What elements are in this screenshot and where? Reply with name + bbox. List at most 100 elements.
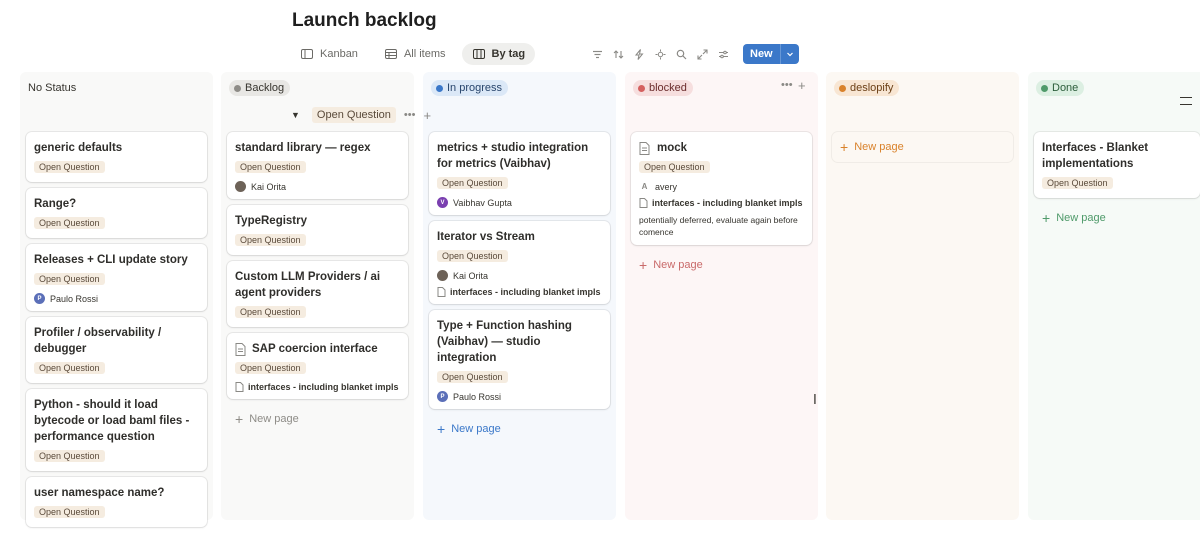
assignee: Kai Orita [437, 270, 602, 281]
card[interactable]: TypeRegistry Open Question [227, 205, 408, 255]
expand-icon[interactable] [693, 45, 712, 64]
status-dot [638, 84, 645, 92]
card-title: metrics + studio integration for metrics… [437, 142, 589, 170]
column-label: In progress [447, 82, 503, 94]
card[interactable]: Range? Open Question [26, 188, 207, 238]
tab-by-tag[interactable]: By tag [461, 43, 536, 65]
more-options-icon[interactable]: ••• [404, 109, 416, 121]
tab-label: Kanban [320, 48, 358, 60]
card[interactable]: Python - should it load bytecode or load… [26, 389, 207, 471]
subgroup-header[interactable]: ▼ Open Question ••• + [291, 107, 431, 123]
column-header: In progress [423, 78, 616, 98]
card[interactable]: Type + Function hashing (Vaibhav) — stud… [429, 310, 610, 409]
settings-sliders-icon[interactable] [714, 45, 733, 64]
column-blocked: blocked ••• + mock Open Question Aavery … [625, 72, 818, 520]
search-icon[interactable] [672, 45, 691, 64]
column-header: blocked ••• + [625, 78, 818, 98]
new-page-button[interactable]: + New page [429, 415, 610, 443]
tag-badge: Open Question [437, 371, 508, 383]
new-page-button[interactable]: + New page [631, 251, 812, 279]
column-in-progress: In progress metrics + studio integration… [423, 72, 616, 520]
tag-badge: Open Question [235, 161, 306, 173]
avatar [235, 181, 246, 192]
tab-all-items[interactable]: All items [374, 43, 456, 65]
tag-badge: Open Question [235, 362, 306, 374]
assignee: Aavery [639, 181, 804, 192]
avatar: P [34, 293, 45, 304]
assignee-name: Paulo Rossi [453, 391, 502, 402]
card-title: standard library — regex [235, 142, 371, 154]
card[interactable]: Profiler / observability / debugger Open … [26, 317, 207, 383]
status-tag: deslopify [834, 80, 900, 96]
plus-icon: + [840, 139, 849, 155]
card[interactable]: SAP coercion interface Open Question int… [227, 333, 408, 399]
new-page-button[interactable]: + New page [227, 405, 408, 433]
card-title: Range? [34, 198, 77, 210]
card-list: Interfaces - Blanket implementations Open… [1034, 132, 1200, 232]
column-header: No Status [20, 78, 213, 98]
status-tag: Backlog [229, 80, 291, 96]
avatar [437, 270, 448, 281]
card[interactable]: metrics + studio integration for metrics… [429, 132, 610, 215]
view-tabs: Kanban All items By tag [290, 43, 536, 65]
column-label: blocked [649, 82, 687, 94]
new-page-label: New page [249, 413, 299, 425]
toolbar: New [588, 44, 799, 64]
card[interactable]: Custom LLM Providers / ai agent provider… [227, 261, 408, 327]
avatar: V [437, 197, 448, 208]
card[interactable]: standard library — regex Open Question Ka… [227, 132, 408, 199]
filter-icon[interactable] [588, 45, 607, 64]
assignee: Kai Orita [235, 181, 400, 192]
plus-icon[interactable]: + [423, 108, 431, 123]
new-page-button[interactable]: + New page [1034, 204, 1200, 232]
column-header: Backlog [221, 78, 414, 98]
columns-icon [472, 49, 485, 59]
assignee-name: Kai Orita [251, 181, 287, 192]
card-list: generic defaults Open Question Range? Open… [26, 132, 207, 533]
page-icon [235, 342, 246, 356]
more-options-icon[interactable]: ••• [781, 79, 793, 91]
board-icon [301, 49, 313, 59]
assignee-name: Kai Orita [453, 270, 489, 281]
sort-icon[interactable] [609, 45, 628, 64]
new-page-label: New page [854, 141, 904, 153]
plus-icon[interactable]: + [798, 78, 806, 93]
new-button[interactable]: New [743, 44, 799, 64]
tag-badge: Open Question [34, 273, 105, 285]
assignee: P Paulo Rossi [34, 293, 199, 304]
chevron-down-icon[interactable] [779, 44, 799, 64]
new-page-button[interactable]: + New page [832, 132, 1013, 162]
new-page-label: New page [451, 423, 501, 435]
relation: interfaces - including blanket impls [235, 382, 400, 392]
status-tag: In progress [431, 80, 509, 96]
menu-icon[interactable] [1180, 97, 1192, 105]
card-title: Type + Function hashing (Vaibhav) — stud… [437, 320, 572, 364]
card-title: TypeRegistry [235, 215, 308, 227]
page-icon [235, 382, 244, 392]
card[interactable]: Releases + CLI update story Open Question… [26, 244, 207, 311]
card[interactable]: Interfaces - Blanket implementations Open… [1034, 132, 1200, 198]
status-dot [1041, 84, 1048, 92]
column-label: Backlog [245, 82, 285, 94]
lightning-icon[interactable] [630, 45, 649, 64]
tab-kanban[interactable]: Kanban [290, 43, 368, 65]
caret-down-icon[interactable]: ▼ [291, 110, 300, 120]
page-icon [639, 141, 650, 155]
card-title: Custom LLM Providers / ai agent provider… [235, 271, 381, 299]
tag-badge: Open Question [1042, 177, 1113, 189]
new-button-label: New [750, 48, 773, 60]
relation-label: interfaces - including blanket impls [248, 382, 399, 392]
subgroup-label: Open Question [316, 109, 391, 121]
tag-badge: Open Question [34, 450, 105, 462]
table-icon [384, 49, 397, 59]
tag-badge: Open Question [34, 362, 105, 374]
plus-icon: + [437, 421, 446, 437]
tag-badge: Open Question [34, 217, 105, 229]
plus-icon: + [235, 411, 244, 427]
tag-badge: Open Question [437, 177, 508, 189]
card[interactable]: mock Open Question Aavery interfaces - i… [631, 132, 812, 245]
sparkle-icon[interactable] [651, 45, 670, 64]
card[interactable]: generic defaults Open Question [26, 132, 207, 182]
card[interactable]: Iterator vs Stream Open Question Kai Orit… [429, 221, 610, 304]
card-title: SAP coercion interface [235, 341, 400, 357]
